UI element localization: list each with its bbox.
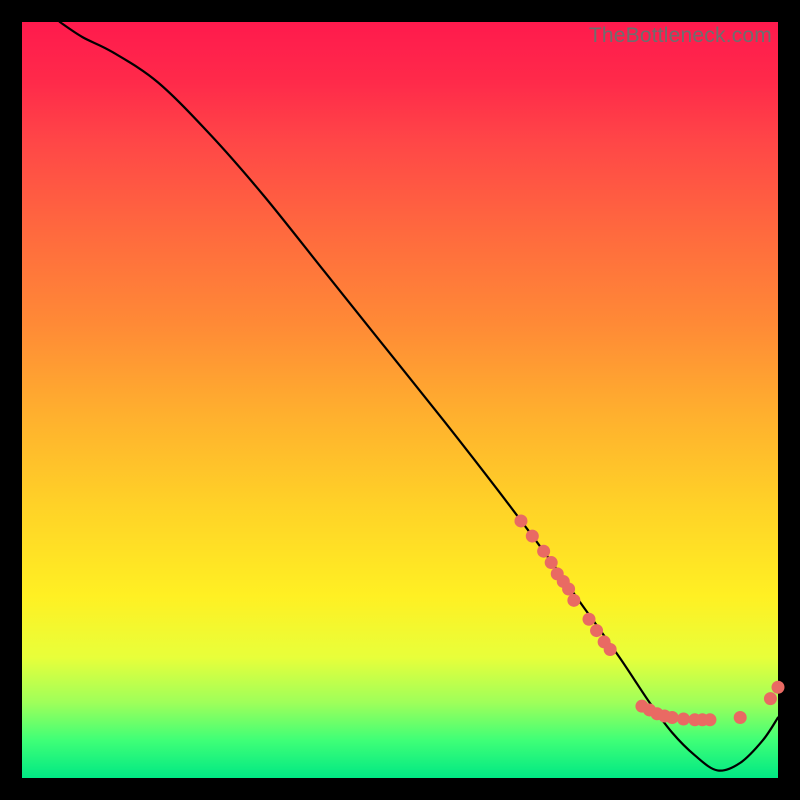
scatter-point <box>567 594 580 607</box>
scatter-point <box>764 692 777 705</box>
scatter-point <box>545 556 558 569</box>
scatter-point <box>734 711 747 724</box>
scatter-point <box>590 624 603 637</box>
chart-plot-area: TheBottleneck.com <box>22 22 778 778</box>
scatter-points <box>514 514 784 726</box>
scatter-point <box>526 530 539 543</box>
chart-svg <box>22 22 778 778</box>
scatter-point <box>604 643 617 656</box>
scatter-point <box>703 713 716 726</box>
scatter-point <box>562 583 575 596</box>
scatter-point <box>772 681 785 694</box>
chart-frame: TheBottleneck.com <box>0 0 800 800</box>
scatter-point <box>537 545 550 558</box>
scatter-point <box>514 514 527 527</box>
curve-path <box>60 22 778 771</box>
scatter-point <box>677 713 690 726</box>
scatter-point <box>583 613 596 626</box>
scatter-point <box>666 711 679 724</box>
